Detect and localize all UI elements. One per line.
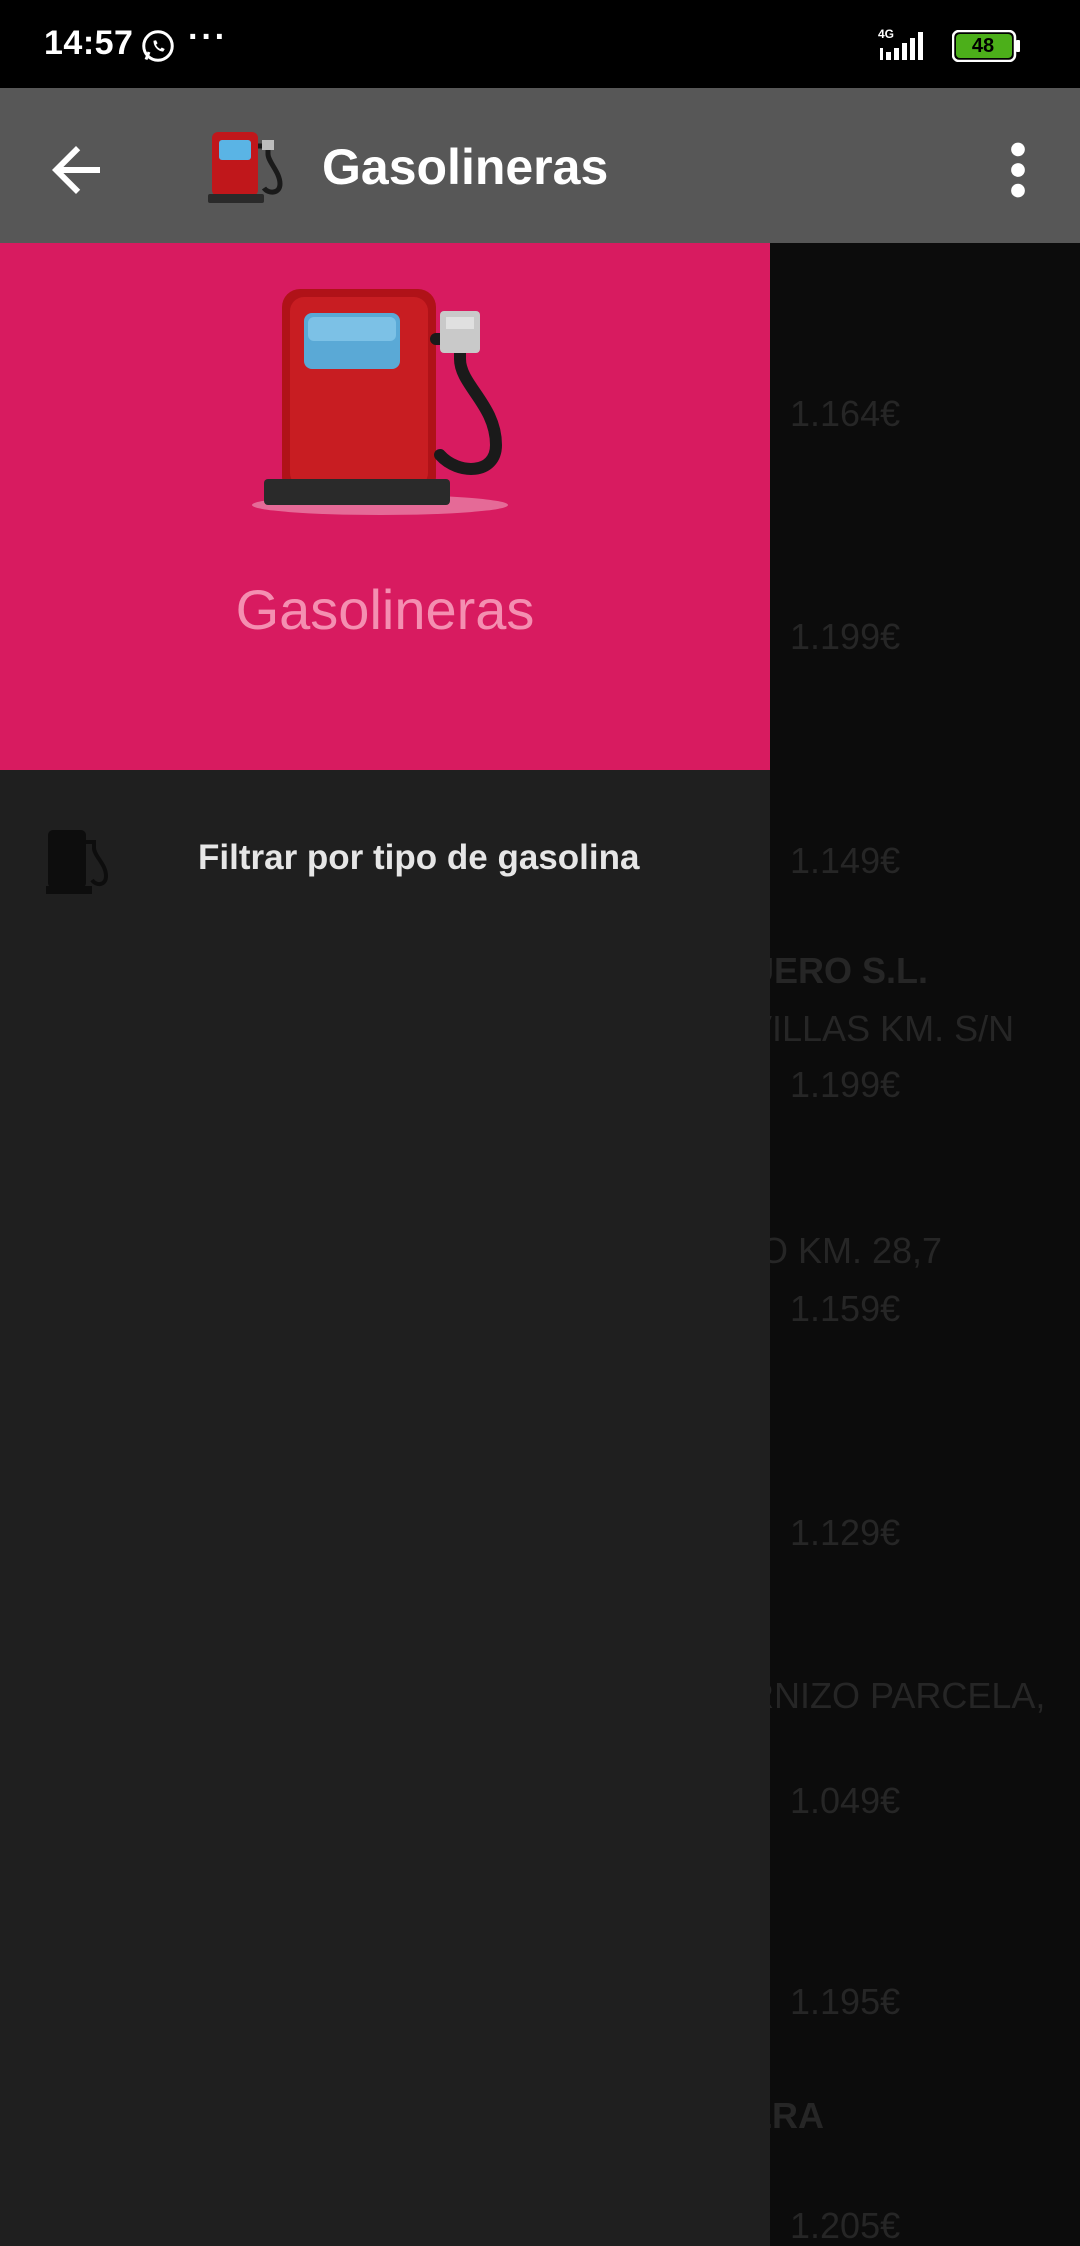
svg-text:4G: 4G	[878, 27, 894, 41]
station-address: RNIZO PARCELA,	[748, 1675, 1046, 1716]
fuel-pump-icon	[46, 830, 109, 894]
more-notifications-icon: ···	[188, 18, 228, 56]
station-address: O KM. 28,7	[760, 1230, 943, 1271]
battery-level: 48	[971, 35, 995, 57]
price-label: 1.199€	[790, 1064, 901, 1105]
price-label: 1.199€	[790, 616, 901, 657]
drawer-header: Gasolineras	[0, 243, 770, 770]
gas-pump-logo-icon	[252, 289, 508, 515]
price-label: 1.129€	[790, 1512, 901, 1553]
gas-pump-logo-icon	[208, 132, 283, 203]
price-label: 1.149€	[790, 840, 901, 881]
drawer-title: Gasolineras	[235, 578, 535, 641]
app-title: Gasolineras	[322, 139, 609, 195]
price-label: 1.205€	[790, 2205, 901, 2246]
screen: 14:57 ··· 4G 48 Gasolineras 1.164€ 1.199…	[0, 0, 1080, 2246]
price-label: 1.164€	[790, 393, 901, 434]
drawer-item-label: Filtrar por tipo de gasolina	[198, 838, 640, 877]
price-label: 1.195€	[790, 1981, 901, 2022]
more-options-icon[interactable]	[990, 138, 1046, 202]
whatsapp-icon	[142, 30, 174, 62]
back-arrow-icon[interactable]	[40, 134, 112, 206]
signal-4g-icon: 4G	[878, 27, 923, 60]
station-address: VILLAS KM. S/N	[748, 1008, 1015, 1049]
status-bar: 14:57 ··· 4G 48	[0, 0, 1080, 88]
navigation-drawer: Gasolineras Filtrar por tipo de gasolina	[0, 243, 770, 2246]
price-label: 1.159€	[790, 1288, 901, 1329]
station-name: UERO S.L.	[748, 950, 929, 991]
drawer-item-filter-fuel-type[interactable]: Filtrar por tipo de gasolina	[0, 770, 770, 950]
price-label: 1.049€	[790, 1780, 901, 1821]
app-bar: Gasolineras	[0, 88, 1080, 243]
status-time: 14:57	[44, 24, 134, 62]
